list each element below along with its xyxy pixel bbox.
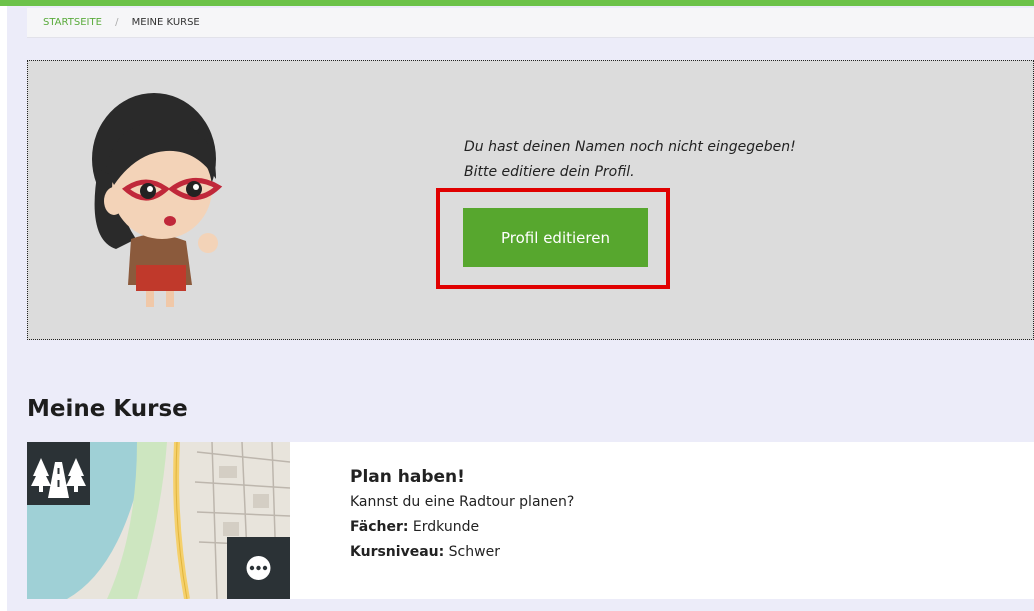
breadcrumb-home-link[interactable]: STARTSEITE [43, 17, 102, 28]
course-level-label: Kursniveau: [350, 544, 445, 560]
breadcrumb-separator: / [115, 17, 119, 28]
course-info: Plan haben! Kannst du eine Radtour plane… [350, 464, 574, 565]
course-subjects-label: Fächer: [350, 519, 409, 535]
course-subjects: Fächer: Erdkunde [350, 515, 574, 540]
profile-notice-panel: Du hast deinen Namen noch nicht eingegeb… [27, 60, 1034, 340]
course-title[interactable]: Plan haben! [350, 464, 574, 490]
notice-line-1: Du hast deinen Namen noch nicht eingegeb… [464, 139, 796, 155]
course-level: Kursniveau: Schwer [350, 540, 574, 565]
notice-line-2: Bitte editiere dein Profil. [464, 164, 635, 180]
notice-message: Du hast deinen Namen noch nicht eingegeb… [464, 135, 796, 185]
more-dots-icon [246, 556, 271, 580]
forest-road-icon [27, 442, 90, 505]
course-card[interactable]: Plan haben! Kannst du eine Radtour plane… [27, 442, 1034, 599]
course-thumbnail-map[interactable] [27, 442, 290, 599]
top-accent-bar [0, 0, 1034, 6]
avatar-illustration [92, 93, 223, 307]
course-level-value: Schwer [448, 544, 500, 560]
breadcrumb-current: MEINE KURSE [131, 17, 200, 28]
course-description: Kannst du eine Radtour planen? [350, 494, 575, 510]
breadcrumb: STARTSEITE / MEINE KURSE [27, 8, 1034, 38]
edit-profile-button[interactable]: Profil editieren [463, 208, 648, 267]
left-edge [0, 6, 7, 611]
section-title: Meine Kurse [27, 396, 188, 422]
course-subjects-value: Erdkunde [412, 519, 480, 535]
more-options-button[interactable] [227, 537, 290, 599]
